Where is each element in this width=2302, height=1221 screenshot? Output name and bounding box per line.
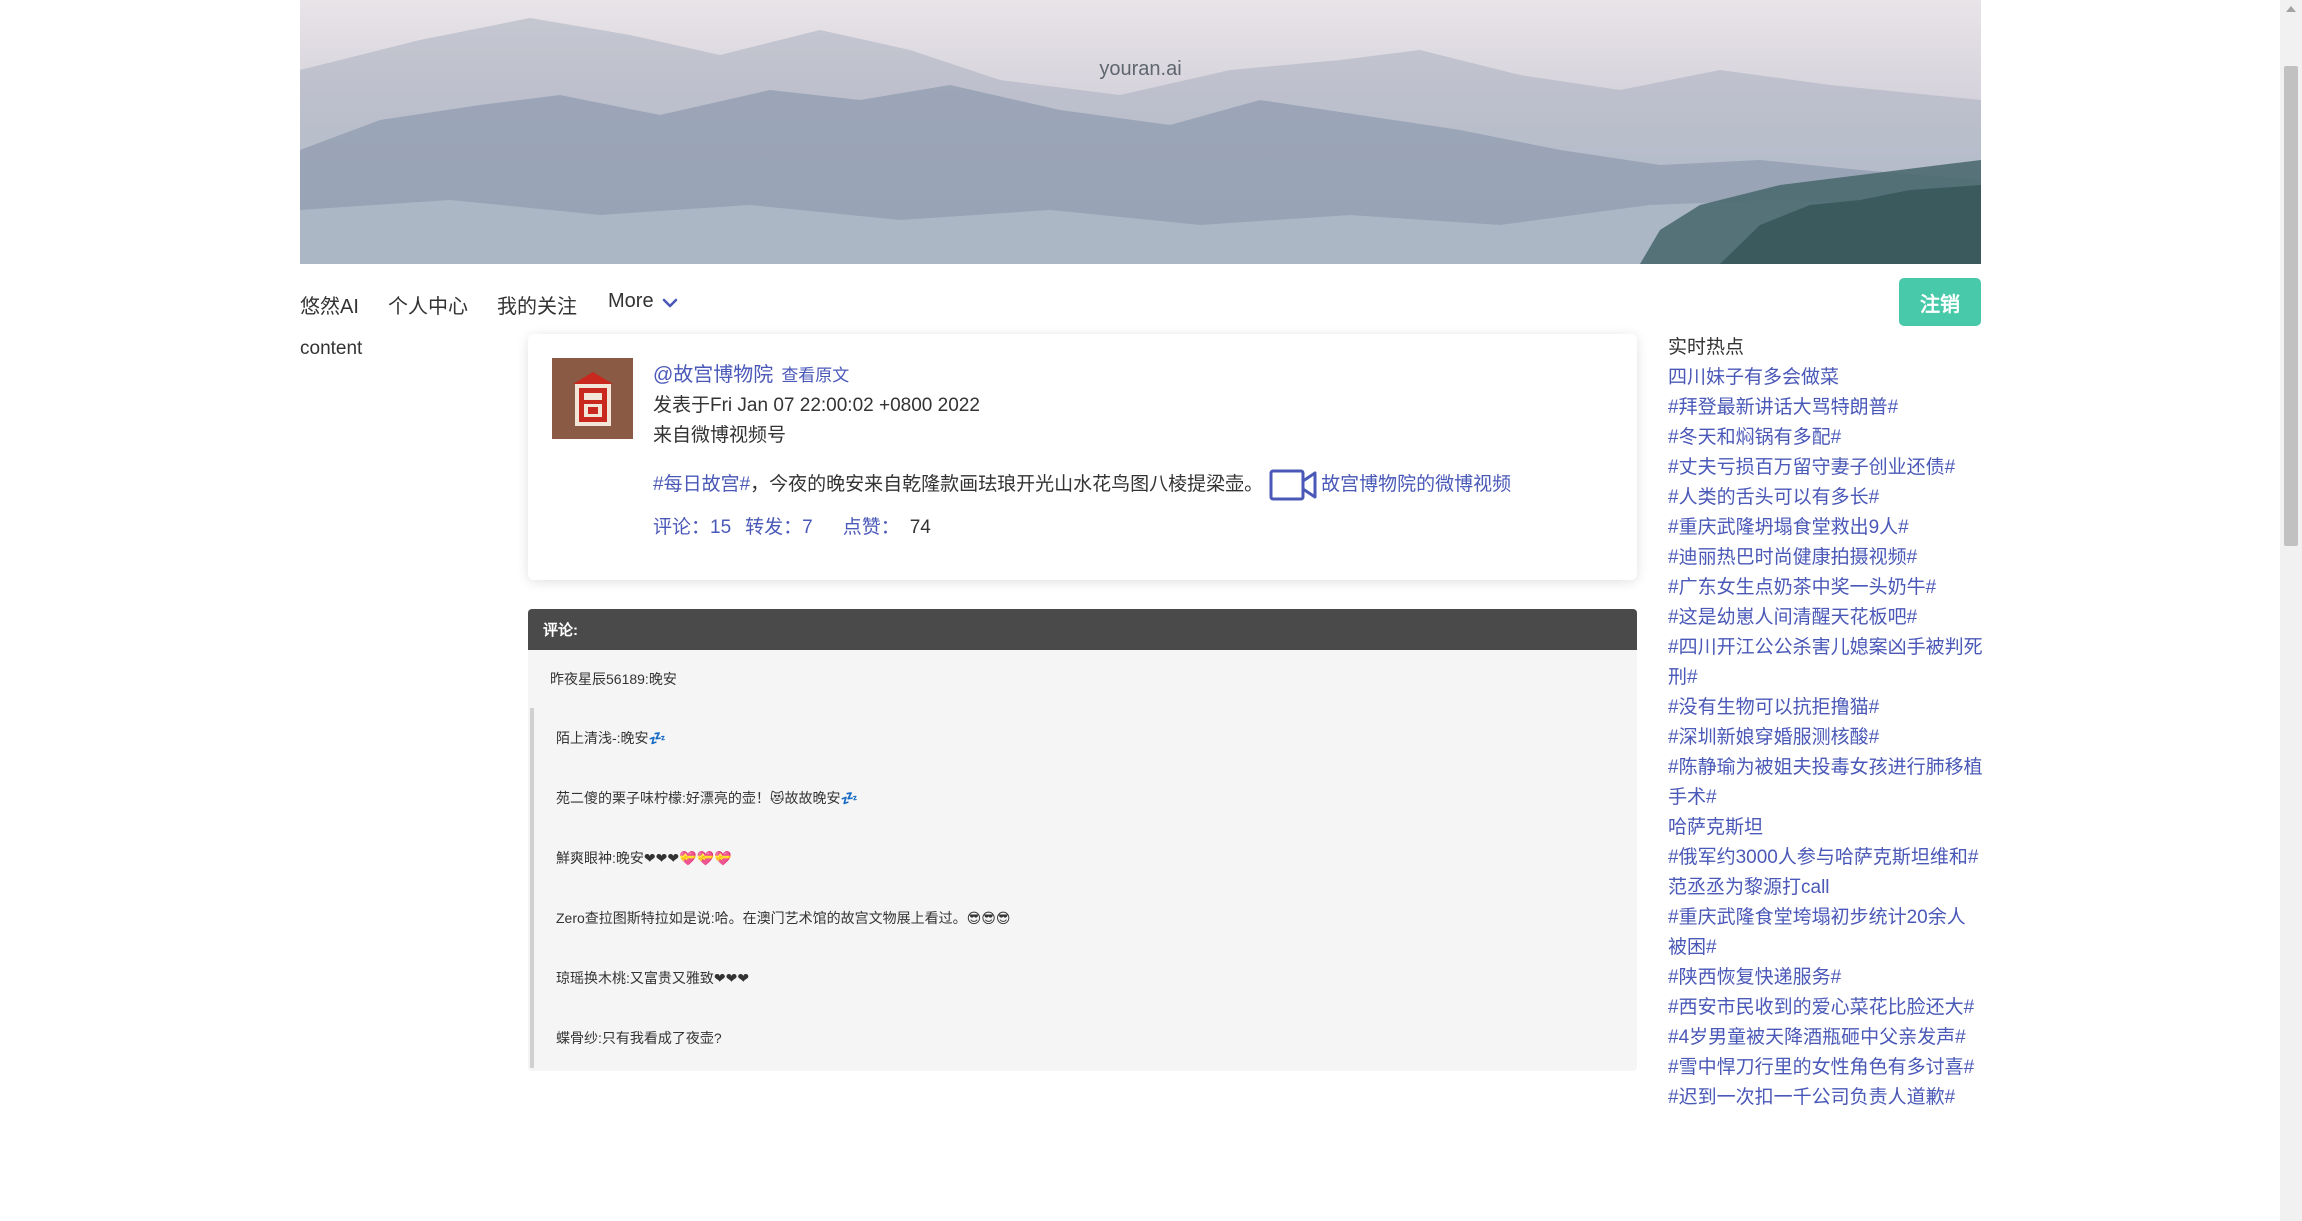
- page-scrollbar[interactable]: [2280, 0, 2302, 1221]
- trending-item[interactable]: #迟到一次扣一千公司负责人道歉#: [1668, 1083, 1984, 1113]
- nav-more-label: More: [608, 290, 654, 312]
- post-text: #每日故宫# ，今夜的晚安来自乾隆款画珐琅开光山水花鸟图八棱提梁壶。 故宫博物院…: [653, 467, 1617, 503]
- comments-count-link[interactable]: 评论：15: [653, 513, 731, 543]
- post-source: 来自微博视频号: [653, 425, 787, 446]
- trending-item[interactable]: 四川妹子有多会做菜: [1668, 363, 1984, 393]
- weibo-post-card: @故宫博物院 查看原文 发表于Fri Jan 07 22:00:02 +0800…: [528, 334, 1637, 580]
- trending-item[interactable]: #重庆武隆坍塌食堂救出9人#: [1668, 513, 1984, 543]
- trending-item[interactable]: #陈静瑜为被姐夫投毒女孩进行肺移植手术#: [1668, 753, 1984, 813]
- view-original-link[interactable]: 查看原文: [781, 361, 849, 391]
- trending-item[interactable]: #人类的舌头可以有多长#: [1668, 483, 1984, 513]
- trending-item[interactable]: #西安市民收到的爱心菜花比脸还大#: [1668, 993, 1984, 1023]
- likes-count: 点赞： 74: [843, 513, 931, 543]
- post-timestamp: 发表于Fri Jan 07 22:00:02 +0800 2022: [653, 395, 980, 416]
- trending-sidebar: 实时热点 四川妹子有多会做菜 #拜登最新讲话大骂特朗普# #冬天和焖锅有多配# #丈夫…: [1668, 333, 1984, 1113]
- trending-list: 四川妹子有多会做菜 #拜登最新讲话大骂特朗普# #冬天和焖锅有多配# #丈夫亏损百万留…: [1668, 363, 1984, 1113]
- reply-item: 鮮爽眼衶:晚安❤❤❤💝💝💝: [530, 828, 1637, 888]
- trending-item[interactable]: #深圳新娘穿婚服测核酸#: [1668, 723, 1984, 753]
- top-navbar: 悠然AI 个人中心 我的关注 More 注销: [300, 278, 1981, 330]
- nav-more-dropdown[interactable]: More: [608, 290, 678, 313]
- video-link-label: 故宫博物院的微博视频: [1321, 474, 1512, 495]
- trending-item[interactable]: #重庆武隆食堂垮塌初步统计20余人被困#: [1668, 903, 1984, 963]
- post-author-link[interactable]: @故宫博物院: [653, 360, 773, 390]
- trending-item[interactable]: #四川开江公公杀害儿媳案凶手被判死刑#: [1668, 633, 1984, 693]
- trending-title: 实时热点: [1668, 337, 1745, 358]
- trending-item[interactable]: #拜登最新讲话大骂特朗普#: [1668, 393, 1984, 423]
- header-banner: youran.ai: [300, 0, 1981, 264]
- mountain-landscape-image: [300, 18, 1981, 264]
- post-text-body: ，今夜的晚安来自乾隆款画珐琅开光山水花鸟图八棱提梁壶。: [750, 474, 1264, 495]
- trending-item[interactable]: #这是幼崽人间清醒天花板吧#: [1668, 603, 1984, 633]
- nav-item-profile[interactable]: 个人中心: [388, 290, 468, 319]
- likes-number: 74: [909, 517, 931, 538]
- trending-item[interactable]: #陕西恢复快递服务#: [1668, 963, 1984, 993]
- author-avatar[interactable]: [552, 358, 633, 439]
- trending-item[interactable]: 范丞丞为黎源打call: [1668, 873, 1984, 903]
- comments-header: 评论:: [528, 609, 1637, 650]
- reposts-count-link[interactable]: 转发：7: [745, 513, 813, 543]
- trending-item[interactable]: #迪丽热巴时尚健康拍摄视频#: [1668, 543, 1984, 573]
- logout-button[interactable]: 注销: [1899, 278, 1981, 326]
- trending-item[interactable]: 哈萨克斯坦: [1668, 813, 1984, 843]
- trending-item[interactable]: #丈夫亏损百万留守妻子创业还债#: [1668, 453, 1984, 483]
- chevron-down-icon: [662, 298, 677, 307]
- trending-item[interactable]: #冬天和焖锅有多配#: [1668, 423, 1984, 453]
- comment-item: 昨夜星辰56189:晚安: [550, 671, 677, 687]
- video-link[interactable]: 故宫博物院的微博视频: [1269, 467, 1511, 503]
- likes-label: 点赞：: [842, 517, 900, 538]
- reply-item: 蝶骨纱:只有我看成了夜壶?: [530, 1008, 1637, 1068]
- trending-item[interactable]: #没有生物可以抗拒撸猫#: [1668, 693, 1984, 723]
- post-stats: 评论：15 转发：7 点赞： 74: [653, 513, 1617, 543]
- palace-museum-logo: [562, 365, 623, 432]
- post-hashtag[interactable]: #每日故宫#: [653, 470, 750, 500]
- scroll-thumb[interactable]: [2284, 66, 2298, 546]
- nav-item-youran-ai[interactable]: 悠然AI: [300, 290, 359, 319]
- scroll-up-arrow-icon[interactable]: [2286, 6, 2296, 12]
- trending-item[interactable]: #4岁男童被天降酒瓶砸中父亲发声#: [1668, 1023, 1984, 1053]
- trending-item[interactable]: #俄军约3000人参与哈萨克斯坦维和#: [1668, 843, 1984, 873]
- trending-item[interactable]: #雪中悍刀行里的女性角色有多讨喜#: [1668, 1053, 1984, 1083]
- video-camera-icon: [1269, 469, 1317, 501]
- site-title: youran.ai: [1099, 58, 1182, 80]
- reply-item: 陌上清浅-:晚安💤: [530, 708, 1637, 768]
- nav-item-following[interactable]: 我的关注: [497, 290, 577, 319]
- reply-item: Zero查拉图斯特拉如是说:哈。在澳门艺术馆的故宫文物展上看过。😎😎😎: [530, 888, 1637, 948]
- reply-item: 琼瑶换木桃:又富贵又雅致❤❤❤: [530, 948, 1637, 1008]
- trending-item[interactable]: #广东女生点奶茶中奖一头奶牛#: [1668, 573, 1984, 603]
- comments-panel: 评论: 昨夜星辰56189:晚安 陌上清浅-:晚安💤 苑二傻的栗子味柠檬:好漂亮…: [528, 609, 1637, 1071]
- reply-item: 苑二傻的栗子味柠檬:好漂亮的壶！😻故故晚安💤: [530, 768, 1637, 828]
- content-label: content: [300, 338, 363, 359]
